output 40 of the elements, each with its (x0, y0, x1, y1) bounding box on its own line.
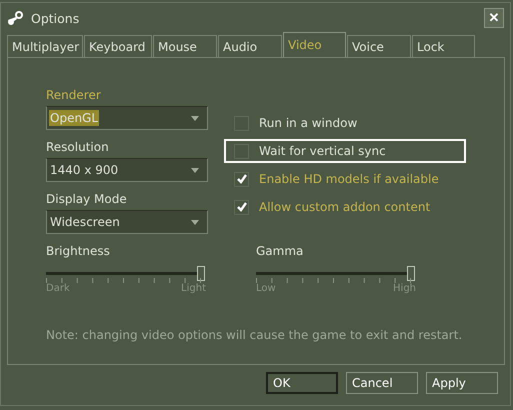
dropdown-value: OpenGL (49, 110, 100, 126)
max-label: Light (181, 283, 206, 294)
dialog-button[interactable]: OK (266, 372, 338, 394)
slider-thumb[interactable] (406, 266, 415, 281)
checkbox[interactable] (234, 200, 249, 214)
dialog-button[interactable]: Cancel (346, 372, 418, 394)
max-label: High (393, 283, 416, 294)
caret-icon (191, 168, 199, 172)
tab[interactable]: Audio (218, 35, 282, 57)
window-title: Options (31, 10, 80, 26)
min-label: Low (256, 283, 276, 294)
slider-thumb[interactable] (196, 266, 205, 281)
steam-logo-icon (7, 10, 25, 26)
dropdown[interactable]: Widescreen (46, 210, 208, 234)
caret-icon (191, 220, 199, 224)
tab[interactable]: Keyboard (84, 35, 152, 57)
dropdown[interactable]: 1440 x 900 (46, 158, 208, 182)
tab[interactable]: Multiplayer (7, 35, 83, 57)
dropdown-value: Widescreen (49, 214, 121, 230)
caret-icon (191, 116, 199, 120)
checkbox[interactable] (234, 172, 249, 186)
tab[interactable]: Video (283, 32, 346, 57)
tab[interactable]: Mouse (153, 35, 217, 57)
tab[interactable]: Voice (347, 35, 411, 57)
dropdown-value: 1440 x 900 (49, 162, 120, 178)
dialog-button[interactable]: Apply (426, 372, 498, 394)
checkbox-label: Allow custom addon content (259, 200, 430, 214)
dropdown-label: Display Mode (46, 192, 128, 206)
slider-label: Brightness (46, 244, 111, 258)
checkbox-label: Wait for vertical sync (259, 144, 386, 158)
slider-label: Gamma (256, 244, 304, 258)
close-button[interactable]: ✕ (484, 8, 504, 28)
dropdown-label: Renderer (46, 88, 102, 102)
tab[interactable]: Lock (412, 35, 475, 57)
dropdown-label: Resolution (46, 140, 110, 154)
focused-checkbox-row[interactable]: Wait for vertical sync (224, 139, 466, 163)
checkbox-label: Enable HD models if available (259, 172, 439, 186)
note-text: Note: changing video options will cause the game to exit and restart. (46, 328, 464, 342)
min-label: Dark (46, 283, 70, 294)
checkbox-label: Run in a window (259, 116, 358, 130)
